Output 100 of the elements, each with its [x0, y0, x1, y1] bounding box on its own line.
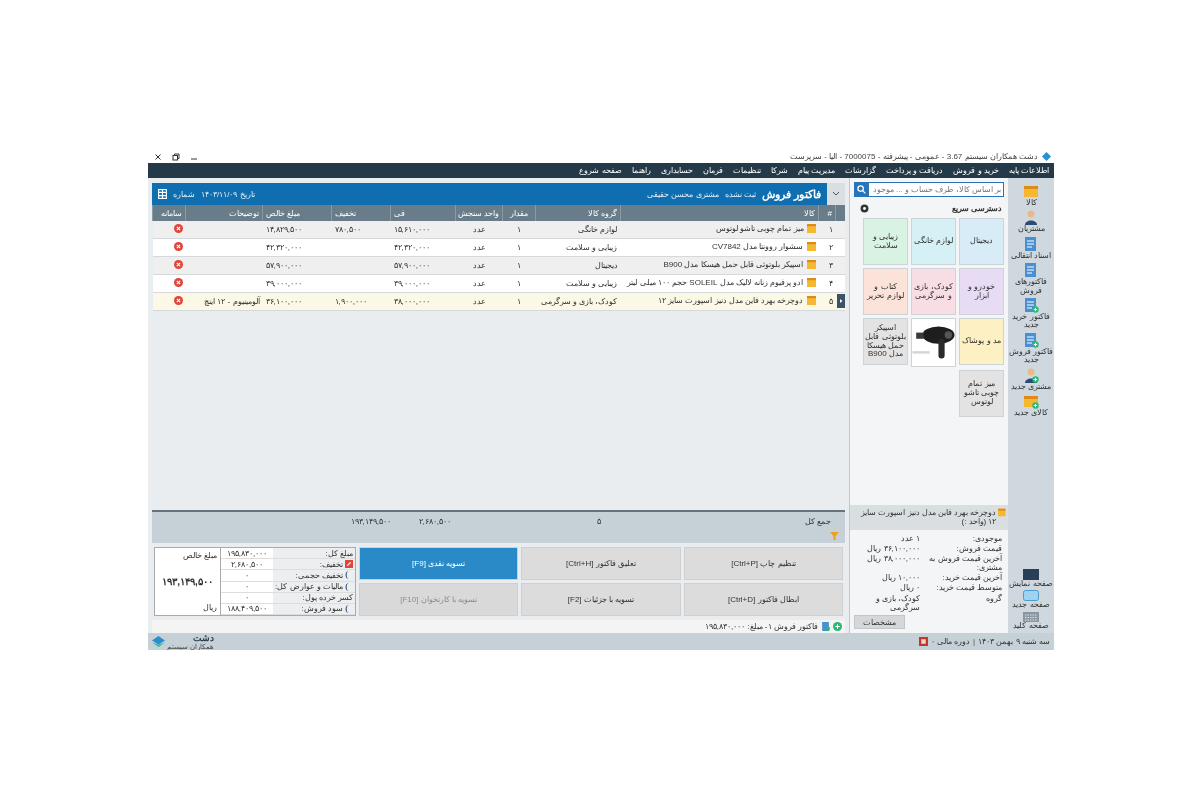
category-tile[interactable]: لوازم خانگی: [911, 218, 956, 265]
menu-item[interactable]: گزارشات: [842, 165, 878, 176]
package-icon: [806, 242, 816, 251]
shortcut-button[interactable]: صفحه نمایش: [1008, 568, 1054, 589]
delete-icon[interactable]: [173, 224, 183, 233]
table-cell: عدد: [472, 261, 486, 270]
shortcut-button[interactable]: اسناد انتقالی: [1008, 235, 1054, 261]
table-cell: دیجیتال: [594, 261, 618, 270]
summary-label: سود فروش:: [301, 604, 343, 614]
menu-item[interactable]: حسابداری: [658, 165, 695, 176]
column-header[interactable]: تخفیف: [331, 205, 391, 221]
column-header[interactable]: کالا: [620, 205, 819, 221]
shortcut-button[interactable]: مشتری جدید: [1008, 366, 1054, 391]
table-cell: ۵۷,۹۰۰,۰۰۰: [265, 261, 302, 270]
table-cell: ۱: [517, 279, 521, 288]
table-row[interactable]: ۳ اسپیکر بلوتوثی قابل حمل هیسکا مدل B900 دیجیتال ۱ عدد ۵۷,۹۰۰,۰۰۰ ۵۷,۹۰۰,۰۰۰: [152, 256, 845, 275]
category-tile[interactable]: اسپیکر بلوتوثی قابل حمل هیسکا مدل B900: [863, 318, 908, 365]
column-header[interactable]: مبلغ خالص: [262, 205, 332, 221]
customer-name: مشتری محسن حقیقی: [647, 189, 719, 199]
discount-icon[interactable]: [345, 560, 353, 569]
menu-item[interactable]: شرکا: [768, 165, 790, 176]
summary-label: مالیات و عوارض کل:: [275, 582, 343, 592]
package-icon: [806, 224, 816, 233]
package-icon: [806, 260, 816, 269]
shortcut-button[interactable]: صفحه کلید: [1008, 611, 1054, 630]
delete-icon[interactable]: [173, 278, 183, 287]
menu-item[interactable]: خرید و فروش: [951, 165, 1001, 176]
category-tile[interactable]: مد و پوشاک: [959, 318, 1004, 365]
column-header[interactable]: واحد سنجش: [455, 205, 503, 221]
close-icon: [154, 152, 162, 161]
delete-icon[interactable]: [173, 260, 183, 269]
invoice-status: ثبت نشده: [724, 189, 756, 199]
summary-value: ۱۸۸,۴۰۹,۵۰۰: [225, 604, 269, 614]
menu-item[interactable]: دریافت و پرداخت: [883, 165, 946, 176]
category-tile[interactable]: خودرو و ابزار: [959, 268, 1004, 315]
add-icon[interactable]: [833, 622, 842, 631]
delete-icon[interactable]: [173, 296, 183, 305]
category-tile[interactable]: زیبایی و سلامت: [863, 218, 908, 265]
action-button[interactable]: تسویه نقدی [F9]: [359, 547, 519, 580]
package-icon: [806, 296, 816, 305]
column-header[interactable]: سامانه: [152, 205, 186, 221]
menu-item[interactable]: صفحه شروع: [577, 165, 624, 176]
column-header[interactable]: مقدار: [502, 205, 536, 221]
summary-value: ۰: [244, 593, 250, 603]
table-cell: عدد: [472, 243, 486, 252]
status-text: فاکتور فروش ۱- مبلغ: ۱۹۵,۸۳۰,۰۰۰: [704, 622, 818, 631]
search-button[interactable]: [854, 182, 869, 197]
details-button[interactable]: مشخصات: [854, 615, 905, 629]
shortcut-button[interactable]: کالا: [1008, 183, 1054, 208]
summary-value: ۰: [244, 570, 250, 580]
app-logo-icon: [1042, 152, 1051, 161]
table-cell: عدد: [472, 297, 486, 306]
column-header[interactable]: گروه کالا: [535, 205, 621, 221]
table-cell: آلومینیوم - ۱۲ اینچ: [204, 297, 260, 306]
columns-icon[interactable]: [158, 189, 167, 199]
detail-label: گروه: [985, 593, 1002, 605]
action-button[interactable]: تنظیم چاپ [Ctrl+P]: [683, 547, 843, 580]
detail-label: موجودی:: [971, 533, 1002, 543]
table-cell: ۲: [828, 243, 833, 252]
menu-item[interactable]: مدیریت پیام: [795, 165, 837, 176]
delete-icon[interactable]: [173, 242, 183, 251]
search-field[interactable]: بر اساس کالا، طرف حساب و ... موجود: [869, 182, 1004, 197]
action-button[interactable]: تسویه با جزئیات [F2]: [521, 583, 681, 616]
net-label: مبلغ خالص: [181, 551, 217, 560]
restore-button[interactable]: [169, 150, 183, 163]
table-row[interactable]: ۵ دوچرخه بهرد فاین مدل دنیز اسپورت سایز ۱۲ کودک، بازی و سرگرمی ۱ عدد ۳۸,۰۰۰,۰۰۰ ۱,۹۰۰,۰۰۰ ۳۶,۱۰۰,۰۰۰ آلومینیوم - ۱۲ اینچ: [152, 292, 845, 311]
shortcut-button[interactable]: صفحه جدید: [1008, 590, 1054, 610]
table-cell: ۳۹,۰۰۰,۰۰۰: [265, 279, 302, 288]
table-row[interactable]: ۲ سشوار روونتا مدل CV7842 زیبایی و سلامت ۱ عدد ۴۲,۳۲۰,۰۰۰ ۴۲,۳۲۰,۰۰۰: [152, 238, 845, 257]
table-row[interactable]: ۱ میز تمام چوبی تاشو لوتوس لوازم خانگی ۱ عدد ۱۵,۶۱۰,۰۰۰ ۷۸۰,۵۰۰ ۱۴,۸۲۹,۵۰۰: [152, 221, 845, 239]
shortcut-button[interactable]: فاکتورهای فروش: [1008, 262, 1054, 295]
detail-value: ۳۶,۱۰۰,۰۰۰ ریال: [867, 543, 920, 553]
column-header[interactable]: فی: [390, 205, 456, 221]
menu-item[interactable]: اطلاعات پایه: [1006, 165, 1051, 176]
shortcut-button[interactable]: فاکتور خرید جدید: [1008, 296, 1054, 330]
table-cell: ۱,۹۰۰,۰۰۰: [334, 297, 367, 306]
summary-label: تخفیف حجمی:: [295, 570, 343, 580]
category-tile[interactable]: کودک، بازی و سرگرمی: [911, 268, 956, 315]
document-icon: [1023, 262, 1039, 279]
table-cell: ۱۵,۶۱۰,۰۰۰: [393, 225, 430, 234]
column-header[interactable]: توضیحات: [185, 205, 263, 221]
shortcut-button[interactable]: فاکتور فروش جدید: [1008, 331, 1054, 365]
detail-value: ۰ ریال: [899, 583, 920, 593]
shortcut-button[interactable]: مشتریان: [1008, 209, 1054, 234]
column-header[interactable]: #: [818, 205, 836, 221]
menu-item[interactable]: راهنما: [629, 165, 653, 176]
category-tile[interactable]: دیجیتال: [959, 218, 1004, 265]
action-button[interactable]: ابطال فاکتور [Ctrl+D]: [683, 583, 843, 616]
category-tile[interactable]: میز تمام چوبی تاشو لوتوس: [959, 370, 1004, 417]
table-row[interactable]: ۴ ادو پرفیوم زنانه لالیک مدل SOLEIL حجم ۱۰۰ میلی لیتر زیبایی و سلامت ۱ عدد ۳۹,۰۰۰,۰۰۰ ۳۹,۰۰۰,۰۰۰: [152, 274, 845, 293]
chevron-icon: [832, 191, 840, 197]
table-cell: عدد: [472, 279, 486, 288]
settings-icon[interactable]: [860, 204, 869, 213]
shortcut-button[interactable]: کالای جدید: [1008, 392, 1054, 418]
category-tile[interactable]: کتاب و لوازم تحریر: [863, 268, 908, 315]
summary-value: ۰: [244, 582, 250, 592]
menu-item[interactable]: تنظیمات: [730, 165, 763, 176]
menu-item[interactable]: فرمان: [700, 165, 725, 176]
summary-label: کسر خرده پول:: [302, 593, 353, 603]
action-button[interactable]: تعلیق فاکتور [Ctrl+H]: [521, 547, 681, 580]
